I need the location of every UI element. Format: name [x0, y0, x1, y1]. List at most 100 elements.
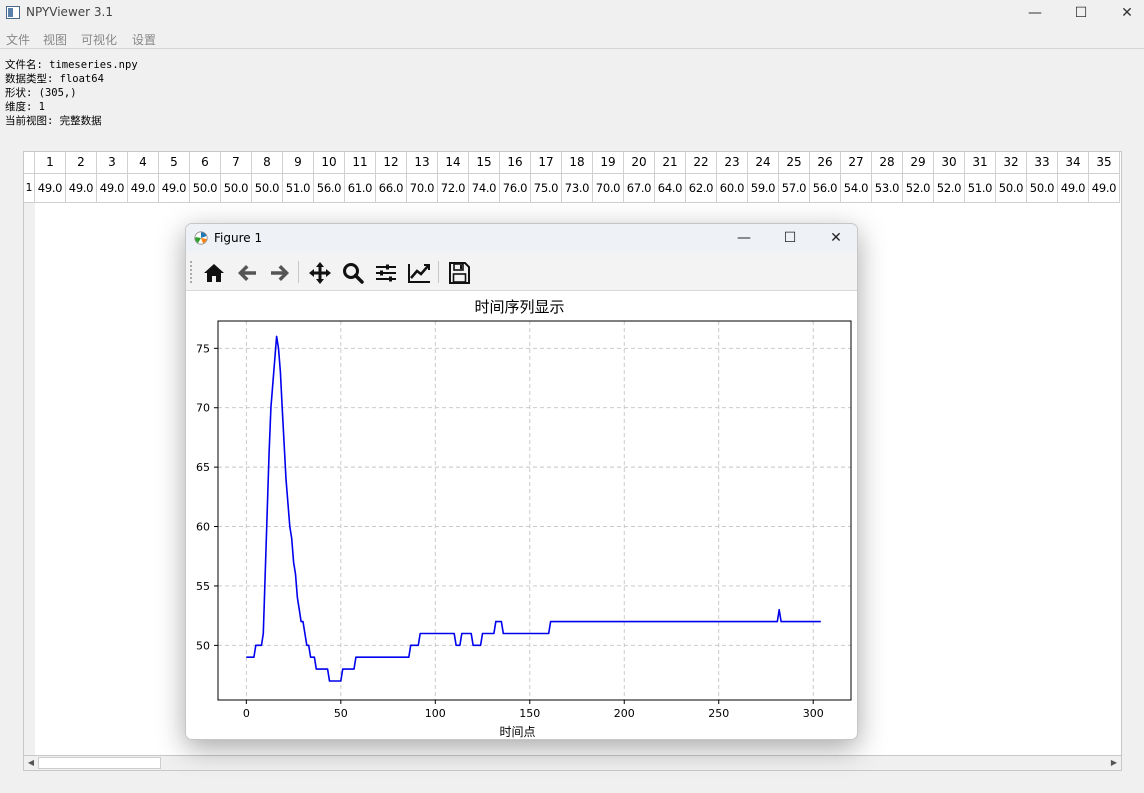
column-header[interactable]: 35 [1089, 152, 1120, 174]
table-cell[interactable]: 66.0 [376, 174, 407, 203]
row-header[interactable]: 1 [24, 174, 35, 203]
timeseries-chart[interactable]: 0 50 100 150 200 250 300 50 55 60 65 70 75 时间序列显示时间点 [186, 292, 857, 739]
table-cell[interactable]: 61.0 [345, 174, 376, 203]
figure-maximize-button[interactable]: ☐ [767, 226, 813, 252]
table-cell[interactable]: 53.0 [872, 174, 903, 203]
column-header[interactable]: 21 [655, 152, 686, 174]
table-cell[interactable]: 49.0 [128, 174, 159, 203]
column-header[interactable]: 20 [624, 152, 655, 174]
table-cell[interactable]: 52.0 [903, 174, 934, 203]
column-header[interactable]: 11 [345, 152, 376, 174]
table-cell[interactable]: 59.0 [748, 174, 779, 203]
table-cell[interactable]: 60.0 [717, 174, 748, 203]
figure-close-button[interactable]: ✕ [813, 226, 857, 252]
table-cell[interactable]: 57.0 [779, 174, 810, 203]
column-header[interactable]: 10 [314, 152, 345, 174]
table-cell[interactable]: 49.0 [97, 174, 128, 203]
table-cell[interactable]: 73.0 [562, 174, 593, 203]
column-header[interactable]: 32 [996, 152, 1027, 174]
column-header[interactable]: 7 [221, 152, 252, 174]
menu-view[interactable]: 视图 [43, 31, 67, 48]
table-cell[interactable]: 49.0 [159, 174, 190, 203]
minimize-button[interactable]: — [1012, 0, 1058, 28]
scroll-left-icon[interactable]: ◀ [24, 756, 38, 770]
table-cell[interactable]: 54.0 [841, 174, 872, 203]
column-header[interactable]: 33 [1027, 152, 1058, 174]
scroll-right-icon[interactable]: ▶ [1107, 756, 1121, 770]
table-cell[interactable]: 72.0 [438, 174, 469, 203]
column-header[interactable]: 12 [376, 152, 407, 174]
column-header[interactable]: 13 [407, 152, 438, 174]
maximize-button[interactable]: ☐ [1058, 0, 1104, 28]
column-header[interactable]: 23 [717, 152, 748, 174]
zoom-icon[interactable] [340, 260, 366, 286]
table-cell[interactable]: 75.0 [531, 174, 562, 203]
pan-icon[interactable] [307, 260, 333, 286]
home-icon[interactable] [201, 260, 227, 286]
menu-file[interactable]: 文件 [6, 31, 30, 48]
column-header[interactable]: 2 [66, 152, 97, 174]
column-header[interactable]: 27 [841, 152, 872, 174]
table-cell[interactable]: 51.0 [965, 174, 996, 203]
table-cell[interactable]: 49.0 [35, 174, 66, 203]
table-cell[interactable]: 50.0 [252, 174, 283, 203]
column-header[interactable]: 14 [438, 152, 469, 174]
customize-icon[interactable] [406, 260, 432, 286]
column-header[interactable]: 1 [35, 152, 66, 174]
column-header[interactable]: 19 [593, 152, 624, 174]
column-header[interactable]: 17 [531, 152, 562, 174]
table-cell[interactable]: 56.0 [810, 174, 841, 203]
table-cell[interactable]: 76.0 [500, 174, 531, 203]
column-header[interactable]: 16 [500, 152, 531, 174]
column-header[interactable]: 15 [469, 152, 500, 174]
back-icon[interactable] [234, 260, 260, 286]
table-cell[interactable]: 70.0 [407, 174, 438, 203]
toolbar-grip[interactable] [190, 261, 192, 283]
table-cell[interactable]: 56.0 [314, 174, 345, 203]
table-cell[interactable]: 74.0 [469, 174, 500, 203]
table-cell[interactable]: 64.0 [655, 174, 686, 203]
close-button[interactable]: ✕ [1104, 0, 1144, 28]
plot-canvas[interactable]: 0 50 100 150 200 250 300 50 55 60 65 70 75 时间序列显示 时间点 [186, 292, 857, 739]
table-cell[interactable]: 50.0 [190, 174, 221, 203]
table-cell[interactable]: 70.0 [593, 174, 624, 203]
forward-icon[interactable] [267, 260, 293, 286]
column-header[interactable]: 8 [252, 152, 283, 174]
scrollbar-thumb[interactable] [38, 757, 161, 769]
column-header[interactable]: 29 [903, 152, 934, 174]
table-cell[interactable]: 51.0 [283, 174, 314, 203]
column-header[interactable]: 18 [562, 152, 593, 174]
column-header[interactable]: 31 [965, 152, 996, 174]
menu-visualize[interactable]: 可视化 [81, 31, 117, 48]
table-cell[interactable]: 62.0 [686, 174, 717, 203]
column-header[interactable]: 22 [686, 152, 717, 174]
figure-minimize-button[interactable]: — [721, 226, 767, 252]
table-cell[interactable]: 49.0 [66, 174, 97, 203]
table-cell[interactable]: 49.0 [1058, 174, 1089, 203]
table-cell[interactable]: 49.0 [1089, 174, 1120, 203]
column-header[interactable]: 28 [872, 152, 903, 174]
subplots-icon[interactable] [373, 260, 399, 286]
y-tick-label: 50 [196, 639, 210, 652]
column-headers: 1 2 3 4 5 6 7 8 9 10 11 12 13 14 15 16 17 18 19 20 21 22 23 24 2… [35, 152, 1120, 174]
menu-settings[interactable]: 设置 [132, 31, 156, 48]
table-cell[interactable]: 67.0 [624, 174, 655, 203]
column-header[interactable]: 26 [810, 152, 841, 174]
column-header[interactable]: 34 [1058, 152, 1089, 174]
save-icon[interactable] [446, 260, 472, 286]
column-header[interactable]: 25 [779, 152, 810, 174]
column-header[interactable]: 9 [283, 152, 314, 174]
column-header[interactable]: 6 [190, 152, 221, 174]
column-header[interactable]: 3 [97, 152, 128, 174]
table-cell[interactable]: 52.0 [934, 174, 965, 203]
table-cell[interactable]: 50.0 [996, 174, 1027, 203]
column-header[interactable]: 30 [934, 152, 965, 174]
table-cell[interactable]: 50.0 [1027, 174, 1058, 203]
column-header[interactable]: 24 [748, 152, 779, 174]
table-corner[interactable] [24, 152, 35, 174]
column-header[interactable]: 5 [159, 152, 190, 174]
column-header[interactable]: 4 [128, 152, 159, 174]
x-tick-label: 0 [243, 707, 250, 720]
table-cell[interactable]: 50.0 [221, 174, 252, 203]
horizontal-scrollbar[interactable]: ◀ ▶ [23, 755, 1122, 771]
